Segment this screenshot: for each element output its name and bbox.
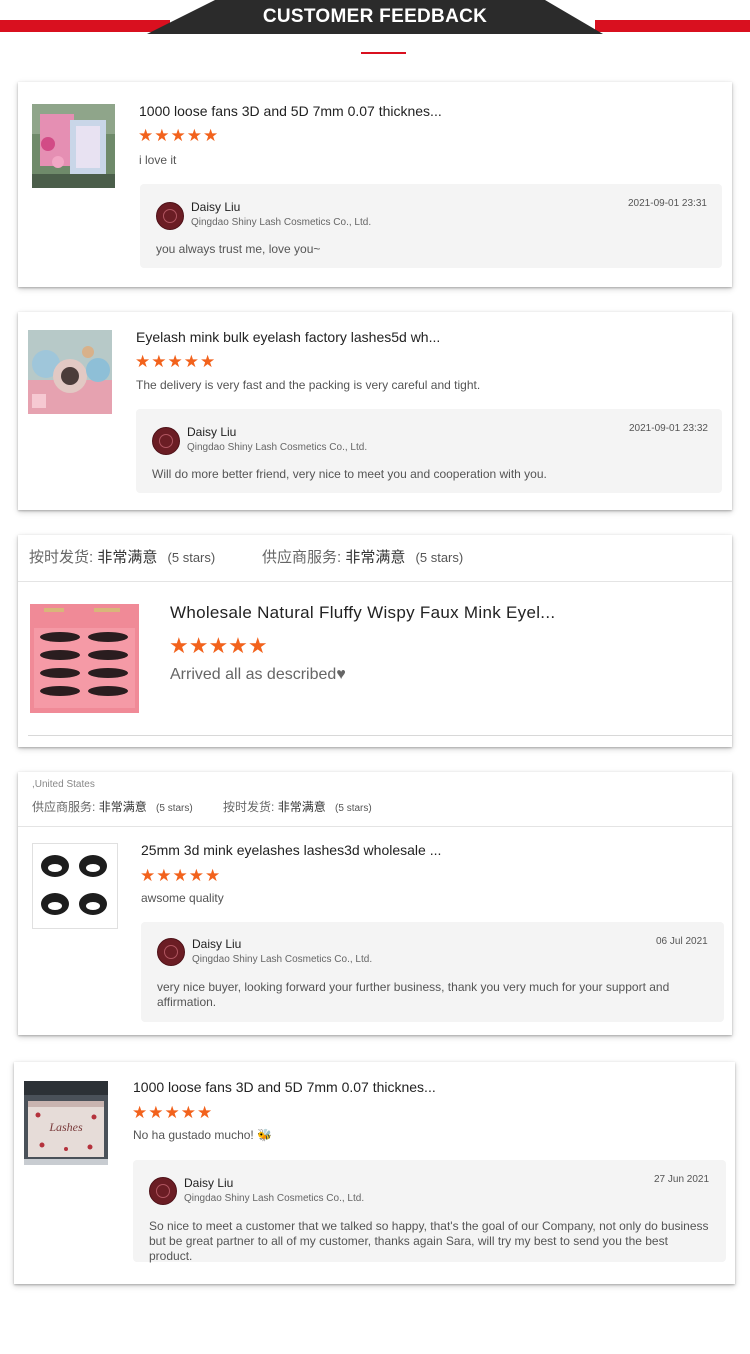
service-rating: 供应商服务: 非常满意 (5 stars) [32,798,193,815]
seller-reply: Daisy Liu Qingdao Shiny Lash Cosmetics C… [140,184,722,268]
product-thumbnail[interactable] [30,604,139,713]
divider [18,581,732,582]
seller-reply: Daisy Liu Qingdao Shiny Lash Cosmetics C… [136,409,722,493]
rating-value: 非常满意 [345,549,406,566]
reply-text: So nice to meet a customer that we talke… [149,1219,709,1263]
review-card: Eyelash mink bulk eyelash factory lashes… [18,312,732,510]
product-thumbnail[interactable] [28,330,112,414]
reply-company: Qingdao Shiny Lash Cosmetics Co., Ltd. [192,954,373,965]
reply-date: 2021-09-01 23:31 [628,198,707,209]
rating-label: 供应商服务: [32,800,96,814]
reply-company: Qingdao Shiny Lash Cosmetics Co., Ltd. [184,1193,365,1204]
reply-text: you always trust me, love you~ [156,242,321,256]
delivery-rating: 按时发货: 非常满意 (5 stars) [223,798,372,815]
product-thumbnail[interactable]: Lashes [24,1081,108,1165]
rating-stars: ★★★★★ [138,126,220,145]
rating-stars: ★★★★★ [169,633,268,658]
avatar [149,1177,177,1205]
title-underline [361,52,406,54]
review-card: Lashes 1000 loose fans 3D and 5D 7mm 0.0… [14,1062,735,1284]
product-title[interactable]: 1000 loose fans 3D and 5D 7mm 0.07 thick… [133,1079,436,1095]
reply-text: very nice buyer, looking forward your fu… [157,980,670,1009]
rating-label: 供应商服务: [262,549,342,566]
rating-stars-text: (5 stars) [156,803,193,814]
rating-stars-text: (5 stars) [335,803,372,814]
review-card: 按时发货: 非常满意 (5 stars) 供应商服务: 非常满意 (5 star… [18,535,732,747]
rating-stars: ★★★★★ [135,352,217,371]
divider [28,735,732,736]
reply-company: Qingdao Shiny Lash Cosmetics Co., Ltd. [187,442,368,453]
product-title[interactable]: 25mm 3d mink eyelashes lashes3d wholesal… [141,842,441,858]
reply-date: 2021-09-01 23:32 [629,423,708,434]
rating-stars-text: (5 stars) [415,550,464,565]
avatar [157,938,185,966]
reply-company: Qingdao Shiny Lash Cosmetics Co., Ltd. [191,217,372,228]
service-rating: 供应商服务: 非常满意 (5 stars) [262,546,463,567]
svg-text:Lashes: Lashes [48,1120,83,1134]
reply-author: Daisy Liu [184,1176,234,1190]
product-title[interactable]: 1000 loose fans 3D and 5D 7mm 0.07 thick… [139,103,442,119]
product-title[interactable]: Wholesale Natural Fluffy Wispy Faux Mink… [170,603,555,623]
seller-reply: Daisy Liu Qingdao Shiny Lash Cosmetics C… [141,922,724,1022]
seller-reply: Daisy Liu Qingdao Shiny Lash Cosmetics C… [133,1160,726,1263]
rating-stars-text: (5 stars) [167,550,216,565]
reply-author: Daisy Liu [192,937,242,951]
review-comment: The delivery is very fast and the packin… [136,378,481,392]
reply-text: Will do more better friend, very nice to… [152,467,547,481]
rating-stars: ★★★★★ [140,866,222,885]
reply-date: 06 Jul 2021 [656,936,708,947]
review-card: ,United States 供应商服务: 非常满意 (5 stars) 按时发… [18,772,732,1035]
avatar [156,202,184,230]
review-comment: awsome quality [141,891,224,905]
product-title[interactable]: Eyelash mink bulk eyelash factory lashes… [136,329,440,345]
rating-value: 非常满意 [277,800,326,814]
rating-value: 非常满意 [97,549,158,566]
page-title: CUSTOMER FEEDBACK [262,6,488,27]
delivery-rating: 按时发货: 非常满意 (5 stars) [29,546,215,567]
reply-author: Daisy Liu [191,200,241,214]
review-card: 1000 loose fans 3D and 5D 7mm 0.07 thick… [18,82,732,287]
review-comment: i love it [139,153,177,167]
divider [18,826,732,827]
review-comment: No ha gustado mucho! 🐝 [133,1128,273,1142]
buyer-country: ,United States [32,779,95,790]
rating-value: 非常满意 [98,800,147,814]
rating-label: 按时发货: [223,800,275,814]
avatar [152,427,180,455]
reply-author: Daisy Liu [187,425,237,439]
rating-stars: ★★★★★ [132,1103,214,1122]
review-comment: Arrived all as described♥ [170,666,346,683]
reply-date: 27 Jun 2021 [654,1174,710,1185]
rating-label: 按时发货: [29,549,94,566]
product-thumbnail[interactable] [32,843,118,929]
product-thumbnail[interactable] [32,104,115,188]
